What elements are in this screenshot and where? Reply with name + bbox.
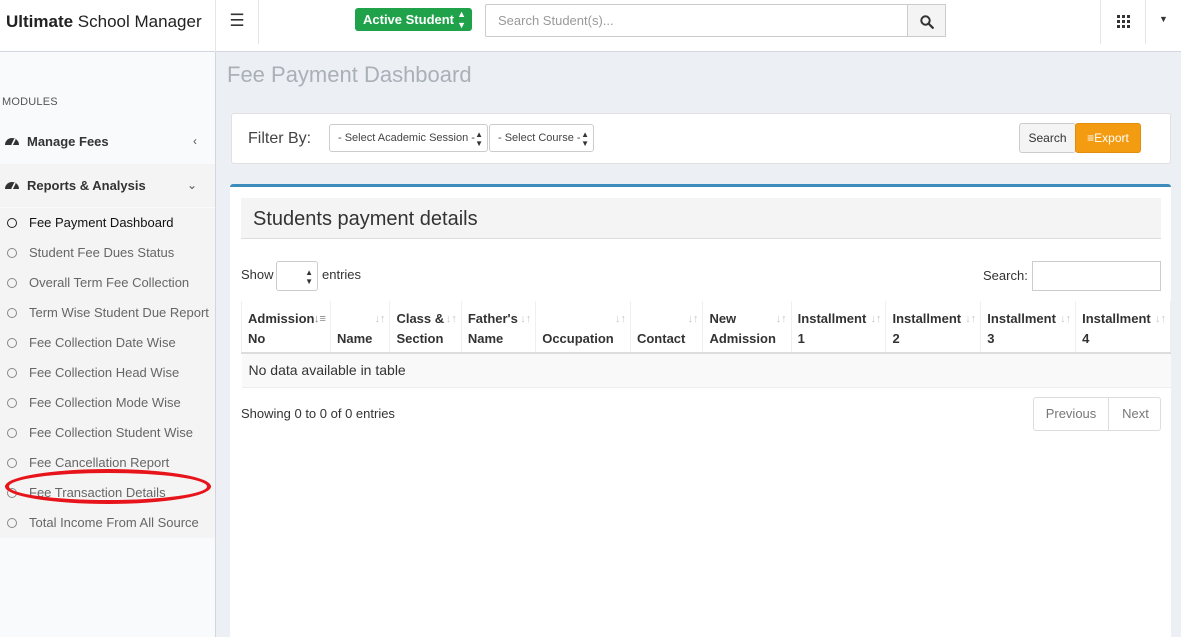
filter-label: Filter By: bbox=[248, 130, 312, 147]
col-name[interactable]: Name ↓↑ bbox=[329, 301, 391, 354]
top-navbar: Ultimate School Manager ☰ Active Student… bbox=[0, 0, 1181, 52]
col-installment-1[interactable]: Installment 1 ↓↑ bbox=[790, 301, 887, 354]
sort-icon: ↓↑ bbox=[870, 313, 882, 325]
sort-asc-icon: ↓≡ bbox=[314, 313, 326, 325]
submenu-item-student-fee-dues[interactable]: Student Fee Dues Status bbox=[0, 238, 215, 268]
col-class-section[interactable]: Class & Section ↓↑ bbox=[389, 301, 462, 354]
payments-table: Admission No ↓≡ Name ↓↑ Class & Section ↓↑ Fa… bbox=[241, 301, 1171, 388]
grid-icon bbox=[1116, 14, 1130, 28]
select-arrows-icon: ▲ ▼ bbox=[305, 268, 313, 286]
submenu-item-mode-wise[interactable]: Fee Collection Mode Wise bbox=[0, 388, 215, 418]
sidebar-item-label: Manage Fees bbox=[27, 134, 109, 149]
select-arrows-icon: ▲ ▼ bbox=[475, 130, 483, 148]
sort-icon: ↓↑ bbox=[775, 313, 787, 325]
select-arrows-icon: ▲ ▼ bbox=[457, 9, 466, 30]
entries-per-page-select[interactable]: ▲ ▼ bbox=[276, 261, 318, 291]
col-admission-no[interactable]: Admission No ↓≡ bbox=[241, 301, 331, 354]
box-header: Students payment details bbox=[241, 198, 1161, 239]
table-scroll-area[interactable]: Admission No ↓≡ Name ↓↑ Class & Section ↓↑ Fa… bbox=[241, 301, 1171, 389]
app-logo[interactable]: Ultimate School Manager bbox=[0, 0, 216, 52]
show-label: Show bbox=[241, 267, 274, 282]
circle-icon bbox=[7, 458, 17, 468]
circle-icon bbox=[7, 368, 17, 378]
submenu-item-student-wise[interactable]: Fee Collection Student Wise bbox=[0, 418, 215, 448]
col-contact[interactable]: Contact ↓↑ bbox=[629, 301, 704, 354]
circle-icon bbox=[7, 308, 17, 318]
active-student-label: Active Student bbox=[363, 12, 455, 27]
sort-icon: ↓↑ bbox=[1060, 313, 1072, 325]
chevron-left-icon: ‹ bbox=[193, 134, 197, 148]
active-student-select[interactable]: Active Student ▲ ▼ bbox=[355, 8, 472, 31]
sort-icon: ↓↑ bbox=[445, 313, 457, 325]
empty-table-message: No data available in table bbox=[241, 353, 1171, 388]
user-menu-caret-icon[interactable]: ▼ bbox=[1159, 14, 1168, 24]
sidebar-item-label: Reports & Analysis bbox=[27, 178, 146, 193]
circle-icon bbox=[7, 518, 17, 528]
col-fathers-name[interactable]: Father's Name ↓↑ bbox=[460, 301, 537, 354]
submenu-item-overall-term-fee[interactable]: Overall Term Fee Collection bbox=[0, 268, 215, 298]
box-title: Students payment details bbox=[253, 208, 478, 230]
sidebar: MODULES Manage Fees ‹ Reports & Analysis… bbox=[0, 52, 216, 637]
submenu-item-head-wise[interactable]: Fee Collection Head Wise bbox=[0, 358, 215, 388]
entries-label: entries bbox=[322, 267, 362, 282]
pagination: Previous Next bbox=[1033, 397, 1161, 431]
table-search-input[interactable] bbox=[1032, 261, 1161, 291]
sort-icon: ↓↑ bbox=[520, 313, 532, 325]
student-search-input[interactable]: Search Student(s)... bbox=[485, 4, 907, 37]
circle-icon bbox=[7, 248, 17, 258]
page-title: Fee Payment Dashboard bbox=[227, 62, 472, 87]
col-installment-4[interactable]: Installment 4 ↓↑ bbox=[1075, 301, 1171, 354]
pagination-previous[interactable]: Previous bbox=[1034, 398, 1109, 430]
select-arrows-icon: ▲ ▼ bbox=[581, 130, 589, 148]
hamburger-menu-icon[interactable]: ☰ bbox=[216, 0, 259, 44]
submenu-item-date-wise[interactable]: Fee Collection Date Wise bbox=[0, 328, 215, 358]
modules-heading: MODULES bbox=[2, 96, 58, 108]
sidebar-item-reports[interactable]: Reports & Analysis ⌄ bbox=[0, 164, 215, 207]
filter-search-button[interactable]: Search bbox=[1019, 123, 1076, 153]
highlight-annotation-ellipse bbox=[5, 469, 211, 504]
dashboard-gauge-icon bbox=[4, 120, 20, 163]
export-button[interactable]: ≡Export bbox=[1075, 123, 1141, 153]
table-info: Showing 0 to 0 of 0 entries bbox=[241, 406, 395, 421]
col-new-admission[interactable]: New Admission ↓↑ bbox=[702, 301, 792, 354]
chevron-down-icon: ⌄ bbox=[186, 178, 197, 192]
table-search-label: Search: bbox=[983, 268, 1028, 283]
filter-panel: Filter By: - Select Academic Session - ▲… bbox=[231, 113, 1171, 164]
sidebar-item-manage-fees[interactable]: Manage Fees ‹ bbox=[0, 120, 215, 163]
table-header-row: Admission No ↓≡ Name ↓↑ Class & Section ↓↑ Fa… bbox=[241, 301, 1171, 354]
academic-session-select[interactable]: - Select Academic Session - ▲ ▼ bbox=[329, 124, 488, 152]
circle-icon bbox=[7, 218, 17, 228]
table-row: No data available in table bbox=[241, 353, 1171, 388]
sort-icon: ↓↑ bbox=[374, 313, 386, 325]
sort-icon: ↓↑ bbox=[614, 313, 626, 325]
sort-icon: ↓↑ bbox=[687, 313, 699, 325]
col-installment-2[interactable]: Installment 2 ↓↑ bbox=[885, 301, 982, 354]
sort-icon: ↓↑ bbox=[965, 313, 977, 325]
submenu-item-fee-payment-dashboard[interactable]: Fee Payment Dashboard bbox=[0, 208, 215, 238]
submenu-item-total-income[interactable]: Total Income From All Source bbox=[0, 508, 215, 538]
search-button[interactable] bbox=[907, 4, 946, 37]
col-installment-3[interactable]: Installment 3 ↓↑ bbox=[980, 301, 1077, 354]
circle-icon bbox=[7, 278, 17, 288]
search-icon bbox=[919, 14, 934, 29]
submenu-item-term-wise-due[interactable]: Term Wise Student Due Report bbox=[0, 298, 215, 328]
pagination-next[interactable]: Next bbox=[1110, 398, 1161, 430]
dashboard-gauge-icon bbox=[4, 164, 20, 207]
circle-icon bbox=[7, 398, 17, 408]
circle-icon bbox=[7, 338, 17, 348]
sort-icon: ↓↑ bbox=[1155, 313, 1166, 325]
payment-details-box: Students payment details Show ▲ ▼ entries… bbox=[230, 184, 1171, 637]
apps-grid-button[interactable] bbox=[1100, 0, 1146, 44]
course-select[interactable]: - Select Course - ▲ ▼ bbox=[489, 124, 594, 152]
col-occupation[interactable]: Occupation ↓↑ bbox=[535, 301, 631, 354]
circle-icon bbox=[7, 428, 17, 438]
